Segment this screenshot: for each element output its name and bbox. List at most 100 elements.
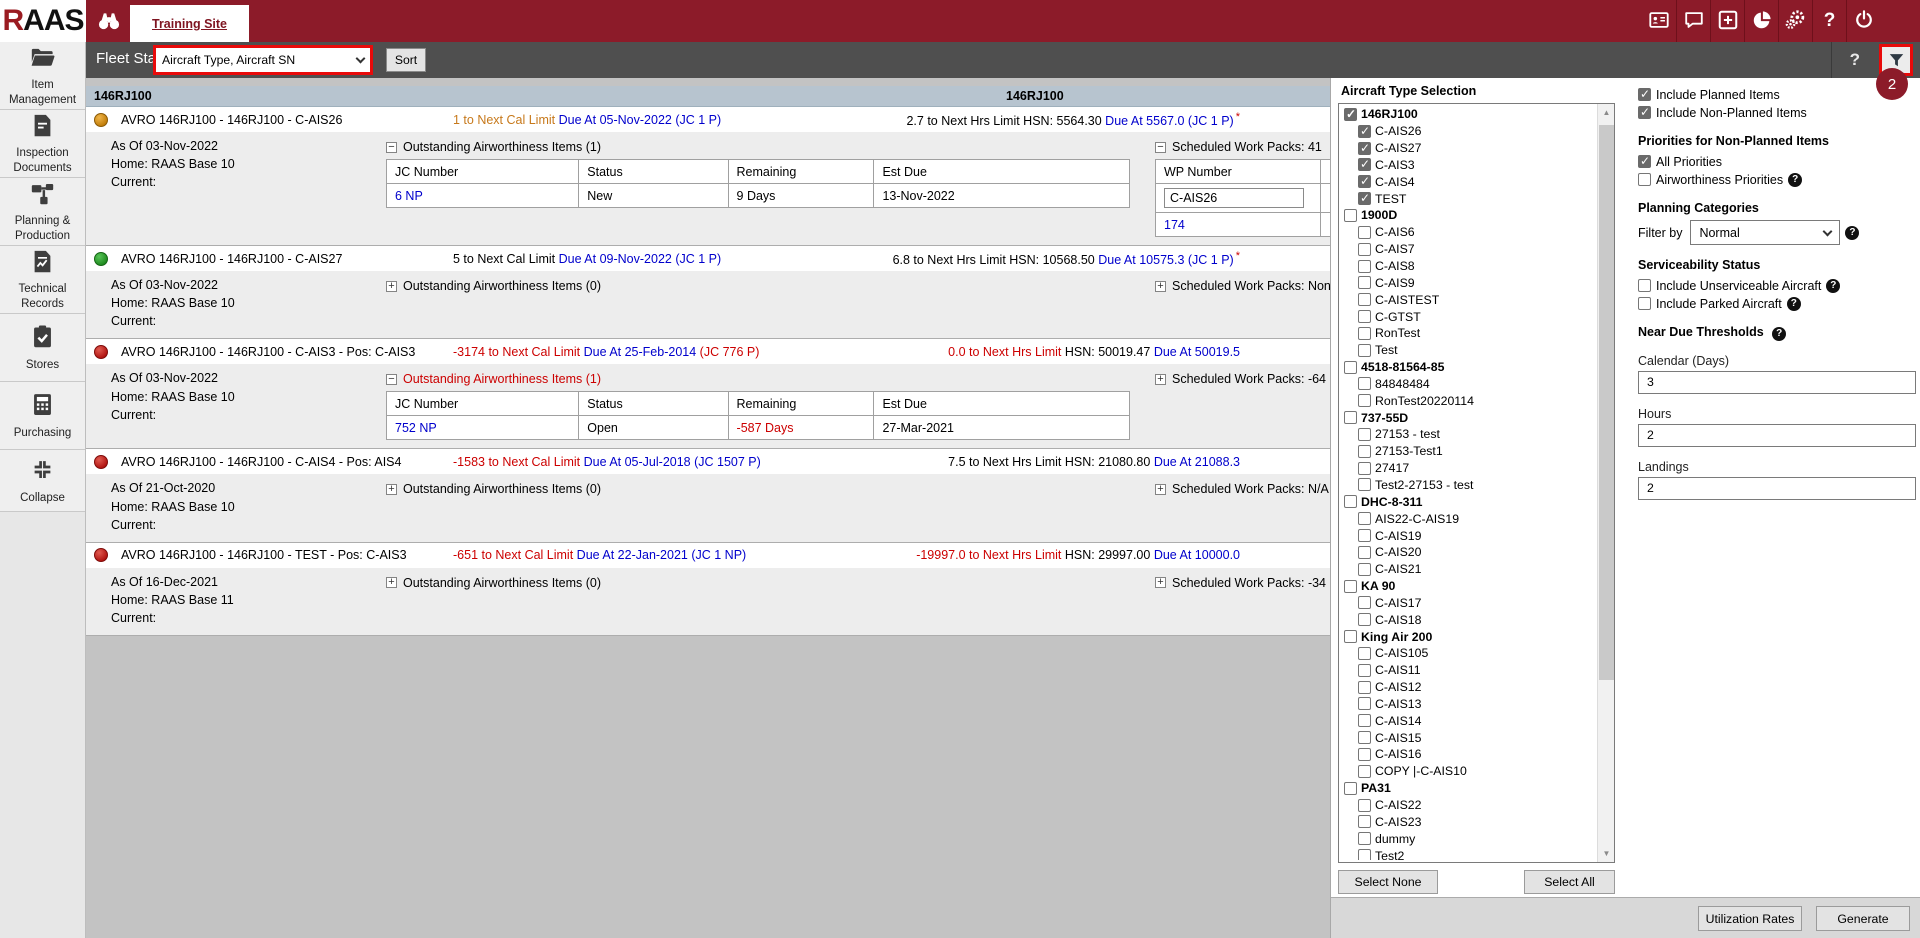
aircraft-item[interactable]: 27417 (1341, 460, 1595, 477)
topbar-button-id-card[interactable] (1642, 0, 1676, 42)
expand-section-icon[interactable]: + (386, 577, 397, 588)
aircraft-item[interactable]: C-GTST (1341, 308, 1595, 325)
landings-input[interactable] (1638, 477, 1916, 500)
expand-section-icon[interactable]: + (1155, 374, 1166, 385)
sidebar-item-stores[interactable]: Stores (0, 314, 85, 382)
generate-button[interactable]: Generate (1816, 906, 1910, 931)
sidebar-item-purchasing[interactable]: Purchasing (0, 382, 85, 450)
topbar-button-pie-chart[interactable] (1744, 0, 1778, 42)
expand-section-icon[interactable]: + (386, 281, 397, 292)
aircraft-type-checkbox[interactable] (1344, 361, 1357, 374)
include-parked-checkbox[interactable] (1638, 297, 1651, 310)
aircraft-checkbox[interactable] (1358, 293, 1371, 306)
aircraft-item[interactable]: C-AIS13 (1341, 696, 1595, 713)
aircraft-item[interactable]: dummy (1341, 830, 1595, 847)
cal-due-link[interactable]: Due At 25-Feb-2014 (584, 345, 700, 359)
collapse-section-icon[interactable]: − (386, 142, 397, 153)
aircraft-checkbox[interactable] (1358, 815, 1371, 828)
aircraft-checkbox[interactable] (1358, 142, 1371, 155)
sort-button[interactable]: Sort (386, 48, 426, 72)
include-unserviceable-checkbox[interactable] (1638, 279, 1651, 292)
aircraft-item[interactable]: C-AIS27 (1341, 140, 1595, 157)
aircraft-type-checkbox[interactable] (1344, 580, 1357, 593)
topbar-button-add-window[interactable] (1710, 0, 1744, 42)
aircraft-item[interactable]: AIS22-C-AIS19 (1341, 510, 1595, 527)
aircraft-type-checkbox[interactable] (1344, 630, 1357, 643)
aircraft-checkbox[interactable] (1358, 529, 1371, 542)
aircraft-item[interactable]: C-AIS105 (1341, 645, 1595, 662)
sort-by-dropdown[interactable]: Aircraft Type, Aircraft SN (156, 48, 370, 72)
aircraft-checkbox[interactable] (1358, 799, 1371, 812)
hrs-due-link[interactable]: Due At 50019.5 (1154, 345, 1240, 359)
aircraft-checkbox[interactable] (1358, 664, 1371, 677)
wp-number-link[interactable]: 174 (1164, 218, 1185, 232)
aircraft-item[interactable]: 84848484 (1341, 376, 1595, 393)
aircraft-checkbox[interactable] (1358, 377, 1371, 390)
aircraft-type-checkbox[interactable] (1344, 209, 1357, 222)
expand-section-icon[interactable]: + (1155, 577, 1166, 588)
hrs-due-link[interactable]: Due At 10000.0 (1154, 548, 1240, 562)
cal-jc-ref[interactable]: (JC 1 P) (675, 252, 721, 266)
airworthiness-priorities-checkbox[interactable] (1638, 173, 1651, 186)
aircraft-type-checkbox[interactable] (1344, 495, 1357, 508)
aircraft-name[interactable]: AVRO 146RJ100 - 146RJ100 - C-AIS27 (121, 252, 453, 266)
aircraft-checkbox[interactable] (1358, 175, 1371, 188)
aircraft-item[interactable]: Test2-27153 - test (1341, 477, 1595, 494)
expand-section-icon[interactable]: + (1155, 484, 1166, 495)
expand-section-icon[interactable]: + (386, 484, 397, 495)
cal-due-link[interactable]: Due At 09-Nov-2022 (559, 252, 676, 266)
jc-number-link[interactable]: 752 NP (395, 421, 437, 435)
include-planned-checkbox[interactable] (1638, 88, 1651, 101)
aircraft-checkbox[interactable] (1358, 546, 1371, 559)
all-priorities-checkbox[interactable] (1638, 155, 1651, 168)
select-all-button[interactable]: Select All (1524, 870, 1615, 894)
aircraft-checkbox[interactable] (1358, 832, 1371, 845)
aircraft-item[interactable]: 27153-Test1 (1341, 443, 1595, 460)
topbar-button-help[interactable]: ? (1812, 0, 1846, 42)
aircraft-checkbox[interactable] (1358, 243, 1371, 256)
aircraft-item[interactable]: C-AIS7 (1341, 241, 1595, 258)
aircraft-type-group[interactable]: King Air 200 (1341, 628, 1595, 645)
aircraft-checkbox[interactable] (1358, 512, 1371, 525)
raas-logo[interactable]: RAAS (0, 0, 86, 42)
aircraft-item[interactable]: TEST (1341, 190, 1595, 207)
aircraft-item[interactable]: C-AIS19 (1341, 527, 1595, 544)
sidebar-item-collapse[interactable]: Collapse (0, 450, 85, 512)
scrollbar-thumb[interactable] (1599, 125, 1614, 680)
hrs-due-link[interactable]: Due At 10575.3 (JC 1 P) (1098, 253, 1234, 267)
help-icon[interactable]: ? (1826, 279, 1840, 293)
aircraft-checkbox[interactable] (1358, 125, 1371, 138)
hrs-due-link[interactable]: Due At 5567.0 (JC 1 P) (1105, 114, 1234, 128)
cal-due-link[interactable]: Due At 05-Nov-2022 (559, 113, 676, 127)
aircraft-checkbox[interactable] (1358, 596, 1371, 609)
aircraft-type-group[interactable]: KA 90 (1341, 578, 1595, 595)
aircraft-item[interactable]: C-AIS23 (1341, 813, 1595, 830)
aircraft-item[interactable]: C-AIS20 (1341, 544, 1595, 561)
topbar-button-settings-gears[interactable] (1778, 0, 1812, 42)
calendar-days-input[interactable] (1638, 371, 1916, 394)
aircraft-checkbox[interactable] (1358, 613, 1371, 626)
aircraft-item[interactable]: COPY |-C-AIS10 (1341, 763, 1595, 780)
help-icon[interactable]: ? (1788, 173, 1802, 187)
aircraft-checkbox[interactable] (1358, 327, 1371, 340)
aircraft-checkbox[interactable] (1358, 765, 1371, 778)
aircraft-name[interactable]: AVRO 146RJ100 - 146RJ100 - TEST - Pos: C… (121, 548, 453, 562)
aircraft-item[interactable]: RonTest (1341, 325, 1595, 342)
aircraft-item[interactable]: C-AIS11 (1341, 662, 1595, 679)
aircraft-type-group[interactable]: 4518-81564-85 (1341, 359, 1595, 376)
expand-section-icon[interactable]: + (1155, 281, 1166, 292)
cal-jc-ref[interactable]: (JC 1 NP) (691, 548, 746, 562)
sidebar-item-planning-production[interactable]: Planning & Production (0, 178, 85, 246)
aircraft-item[interactable]: C-AIS14 (1341, 712, 1595, 729)
aircraft-item[interactable]: C-AIS4 (1341, 173, 1595, 190)
aircraft-name[interactable]: AVRO 146RJ100 - 146RJ100 - C-AIS4 - Pos:… (121, 455, 453, 469)
aircraft-item[interactable]: C-AIS15 (1341, 729, 1595, 746)
aircraft-checkbox[interactable] (1358, 731, 1371, 744)
aircraft-name[interactable]: AVRO 146RJ100 - 146RJ100 - C-AIS3 - Pos:… (121, 345, 453, 359)
aircraft-item[interactable]: C-AIS8 (1341, 258, 1595, 275)
aircraft-checkbox[interactable] (1358, 681, 1371, 694)
aircraft-checkbox[interactable] (1358, 462, 1371, 475)
aircraft-checkbox[interactable] (1358, 226, 1371, 239)
sidebar-item-item-management[interactable]: Item Management (0, 42, 85, 110)
hours-input[interactable] (1638, 424, 1916, 447)
